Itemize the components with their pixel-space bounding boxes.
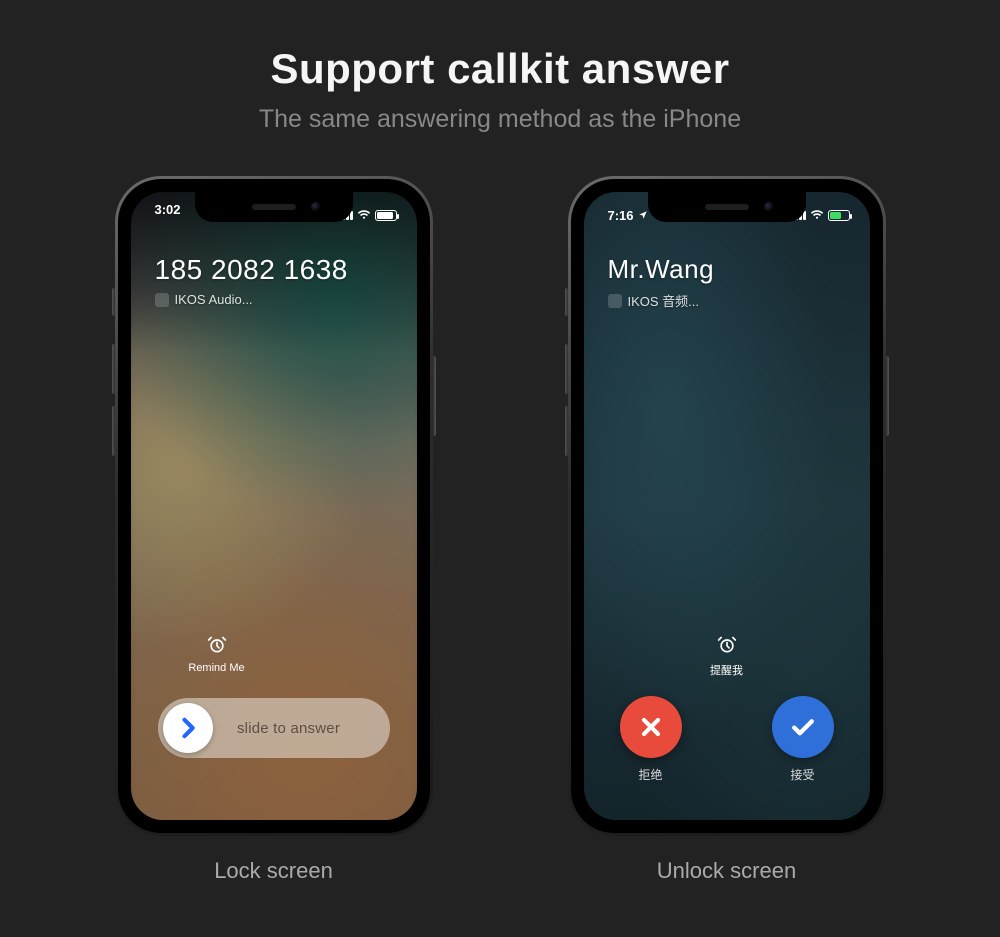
front-camera xyxy=(311,202,321,212)
wifi-icon xyxy=(357,210,371,220)
x-icon xyxy=(637,713,665,741)
page-title: Support callkit answer xyxy=(0,0,1000,93)
alarm-clock-icon xyxy=(716,634,738,656)
phone-caption-unlock: Unlock screen xyxy=(657,858,796,884)
front-camera xyxy=(764,202,774,212)
caller-id: Mr.Wang xyxy=(608,254,846,285)
check-icon xyxy=(788,712,818,742)
remind-me-label: 提醒我 xyxy=(710,662,743,678)
remind-me-button[interactable]: Remind Me xyxy=(177,634,257,674)
wifi-icon xyxy=(810,210,824,220)
phone-unlock-screen: 7:16 xyxy=(568,176,886,836)
app-badge-icon xyxy=(155,293,169,307)
accept-button[interactable]: 接受 xyxy=(772,696,834,783)
location-icon xyxy=(638,210,648,220)
slider-knob[interactable] xyxy=(163,703,213,753)
alarm-clock-icon xyxy=(206,634,228,656)
app-badge-icon xyxy=(608,294,622,308)
speaker-grille xyxy=(252,204,296,210)
decline-label: 拒绝 xyxy=(638,766,662,783)
battery-charging-icon xyxy=(828,210,850,221)
phone-caption-lock: Lock screen xyxy=(214,858,333,884)
call-source: IKOS 音频... xyxy=(608,291,846,310)
battery-icon xyxy=(375,210,397,221)
phone-lock-screen: 3:02 xyxy=(115,176,433,836)
accept-label: 接受 xyxy=(790,766,814,783)
caller-id: 185 2082 1638 xyxy=(155,254,393,286)
notch xyxy=(195,192,353,222)
call-source-label: IKOS 音频... xyxy=(628,291,700,310)
call-source: IKOS Audio... xyxy=(155,292,393,307)
page-subtitle: The same answering method as the iPhone xyxy=(0,105,1000,134)
status-time: 3:02 xyxy=(155,202,181,228)
remind-me-label: Remind Me xyxy=(188,662,244,674)
decline-button[interactable]: 拒绝 xyxy=(620,696,682,783)
status-time: 7:16 xyxy=(608,208,634,223)
notch xyxy=(648,192,806,222)
remind-me-button[interactable]: 提醒我 xyxy=(584,634,870,678)
speaker-grille xyxy=(705,204,749,210)
call-source-label: IKOS Audio... xyxy=(175,292,253,307)
slide-to-answer[interactable]: slide to answer xyxy=(158,698,390,758)
slide-to-answer-label: slide to answer xyxy=(213,720,385,737)
